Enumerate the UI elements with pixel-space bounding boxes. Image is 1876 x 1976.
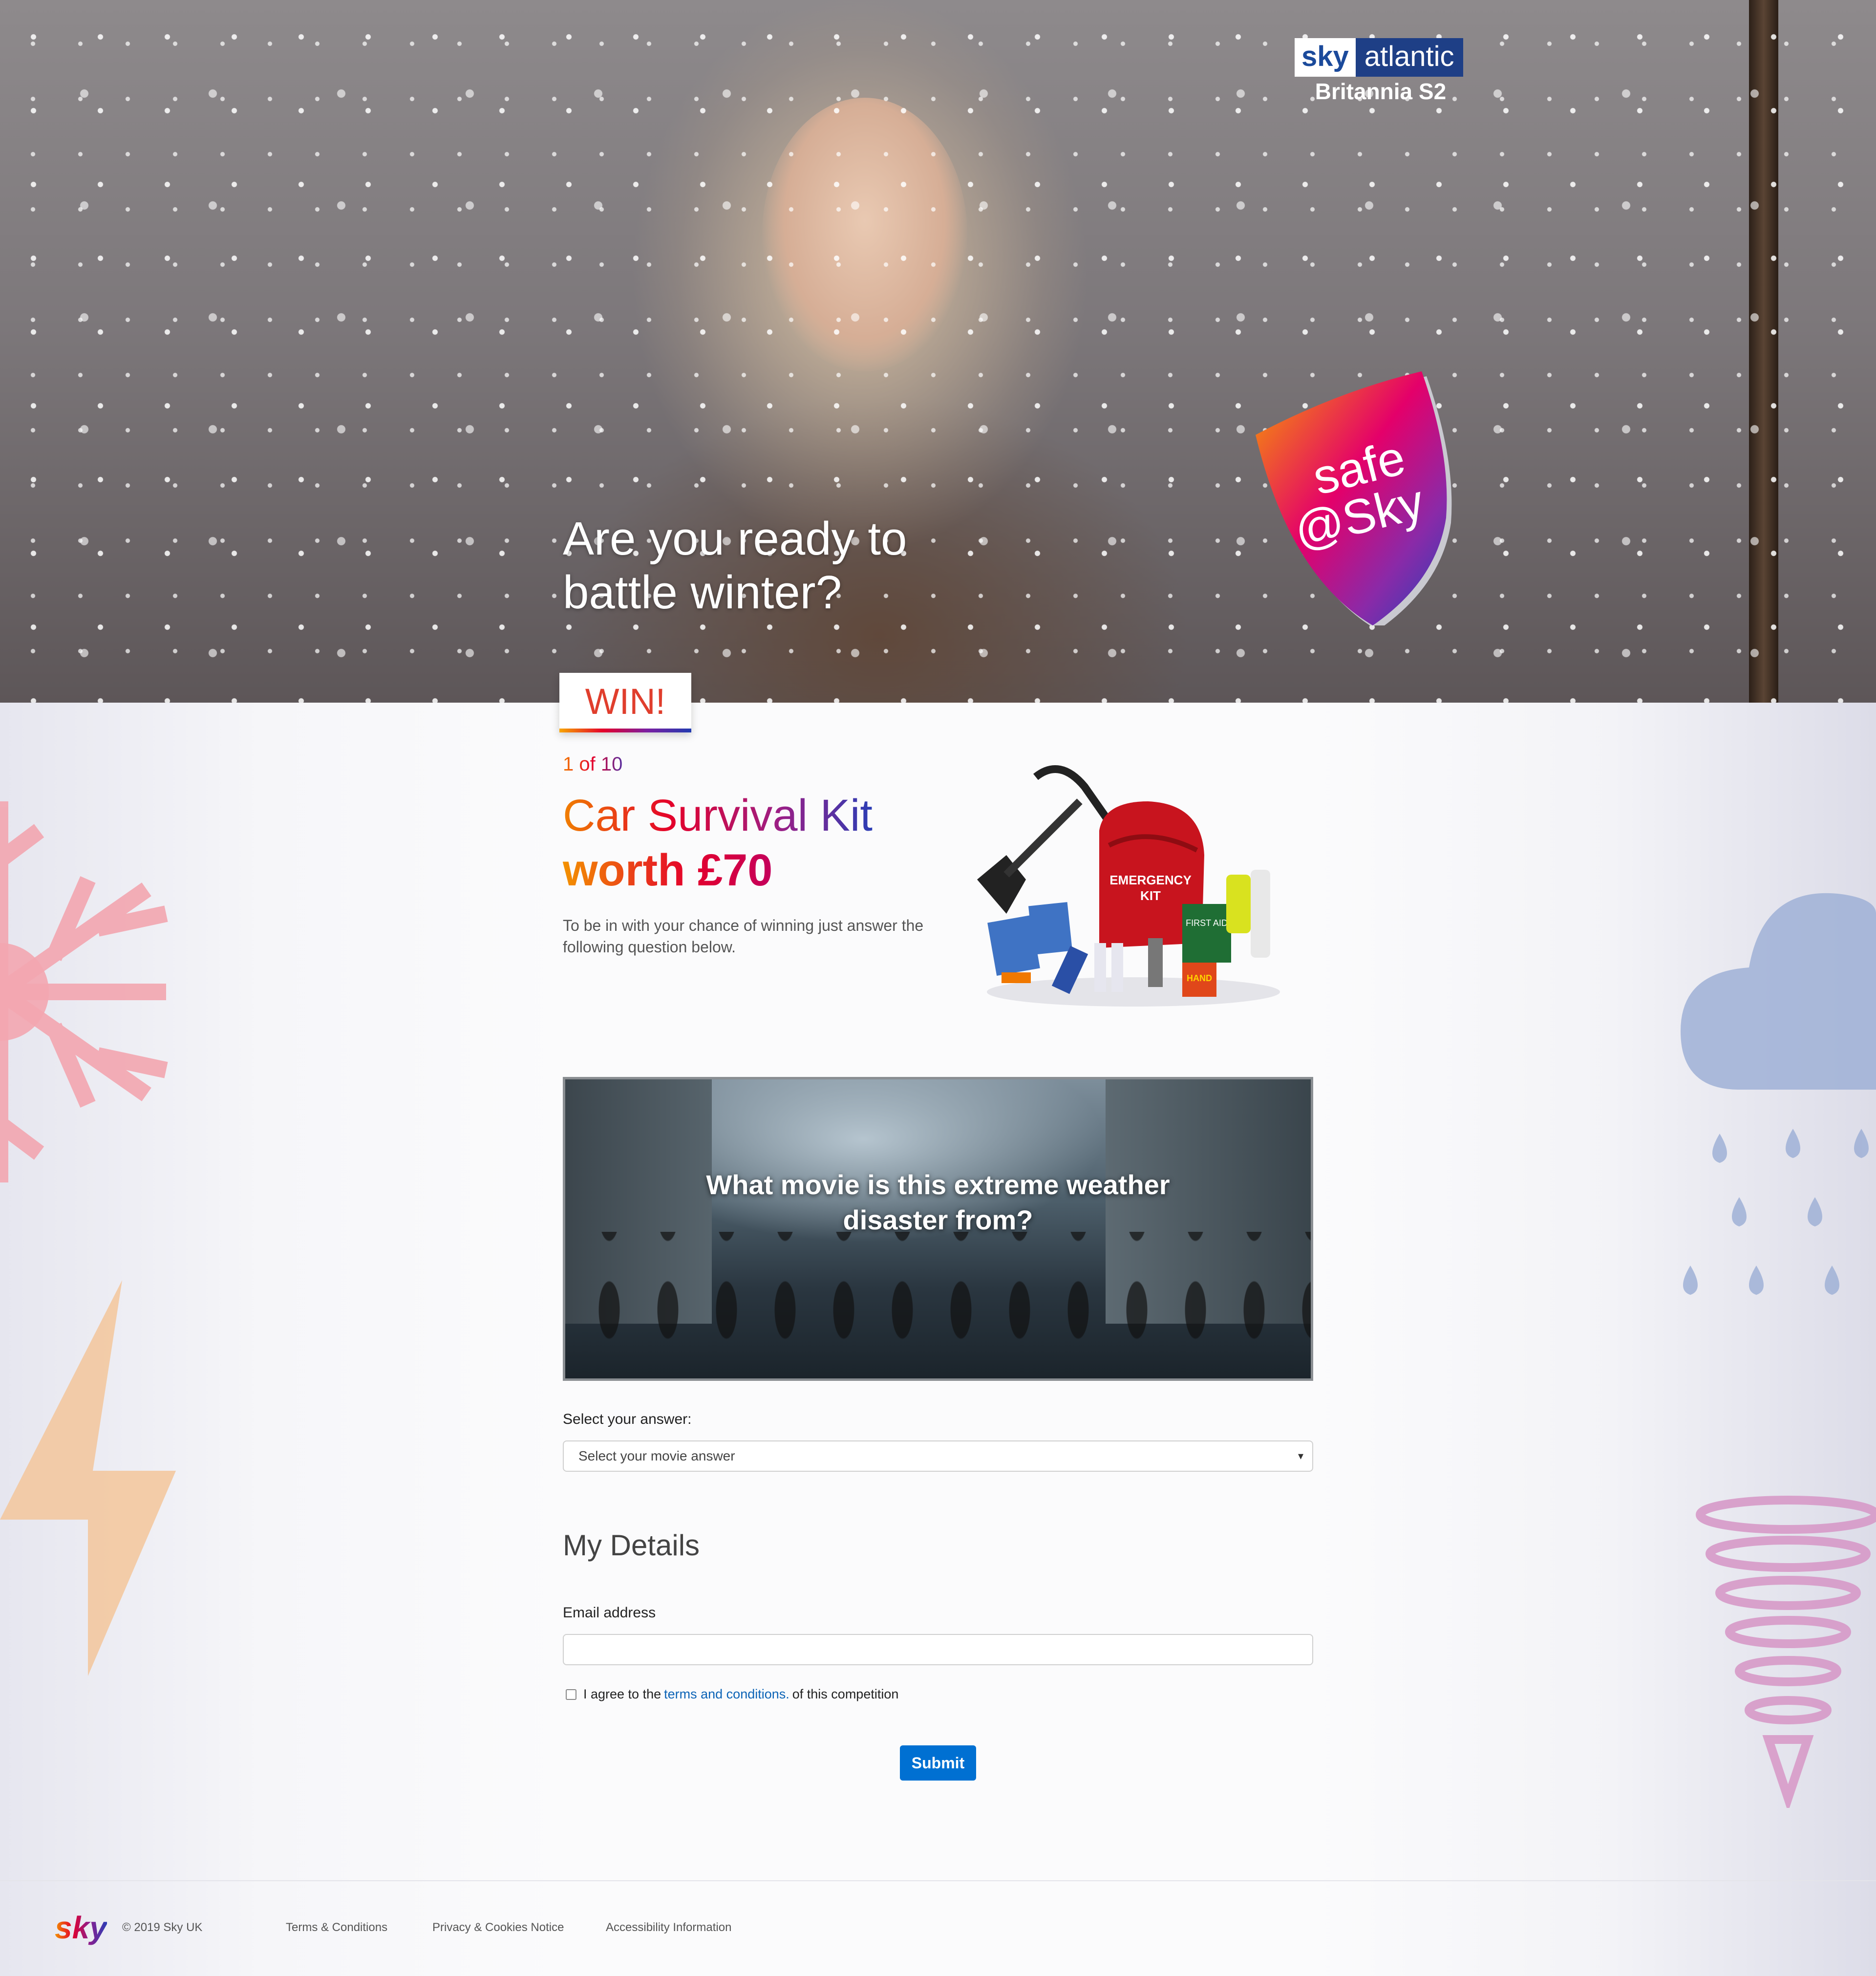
terms-link[interactable]: terms and conditions.	[664, 1687, 789, 1702]
my-details-heading: My Details	[563, 1529, 700, 1562]
footer-link-terms[interactable]: Terms & Conditions	[286, 1921, 387, 1934]
terms-suffix: of this competition	[792, 1687, 899, 1701]
win-badge: WIN!	[559, 673, 691, 732]
hero-banner: sky atlantic Britannia S2 safe @Sky Are …	[0, 0, 1876, 703]
terms-agreement: I agree to the terms and conditions. of …	[566, 1687, 898, 1702]
snowflake-icon	[0, 801, 168, 1182]
kit-label-kit: KIT	[1140, 888, 1161, 903]
question-image-crowd	[565, 1232, 1311, 1378]
win-badge-text: WIN!	[585, 681, 666, 722]
question-text: What movie is this extreme weather disas…	[706, 1169, 1170, 1235]
kit-label-hand: HAND	[1187, 973, 1212, 983]
kit-label-emergency: EMERGENCY	[1109, 873, 1192, 887]
hero-title: Are you ready to battle winter?	[563, 513, 907, 619]
answer-select-value: Select your movie answer	[578, 1448, 735, 1463]
terms-checkbox[interactable]	[566, 1689, 576, 1700]
lightning-icon	[0, 1280, 176, 1676]
brand-sky: sky	[1295, 38, 1356, 77]
submit-button[interactable]: Submit	[900, 1745, 976, 1781]
sky-atlantic-logo: sky atlantic	[1295, 38, 1463, 77]
terms-prefix: I agree to the	[583, 1687, 661, 1701]
prize-title: Car Survival Kit	[563, 789, 873, 842]
footer-link-privacy[interactable]: Privacy & Cookies Notice	[432, 1921, 564, 1934]
tornado-icon	[1696, 1496, 1876, 1808]
dropdown-arrow-icon: ▾	[1298, 1450, 1303, 1462]
footer-sky-logo[interactable]: sky	[55, 1910, 107, 1946]
question-image: What movie is this extreme weather disas…	[563, 1077, 1313, 1381]
prize-description: To be in with your chance of winning jus…	[563, 917, 924, 956]
email-field[interactable]	[563, 1634, 1313, 1665]
safe-at-sky-shield-icon: safe @Sky	[1256, 371, 1452, 625]
answer-select[interactable]: Select your movie answer ▾	[563, 1440, 1313, 1472]
email-label: Email address	[563, 1605, 656, 1621]
answer-label: Select your answer:	[563, 1411, 692, 1427]
brand-channel: atlantic	[1355, 38, 1463, 77]
footer-divider	[0, 1880, 1876, 1881]
survival-kit-image: EMERGENCY KIT FIRST AID HAND	[977, 765, 1280, 1007]
brand-show: Britannia S2	[1315, 79, 1447, 104]
footer-copyright: © 2019 Sky UK	[122, 1921, 203, 1934]
kit-label-first-aid: FIRST AID	[1186, 918, 1228, 928]
footer-link-accessibility[interactable]: Accessibility Information	[606, 1921, 731, 1934]
rain-cloud-icon	[1681, 893, 1876, 1295]
prize-worth: worth £70	[563, 843, 772, 897]
prize-count: 1 of 10	[563, 753, 623, 775]
